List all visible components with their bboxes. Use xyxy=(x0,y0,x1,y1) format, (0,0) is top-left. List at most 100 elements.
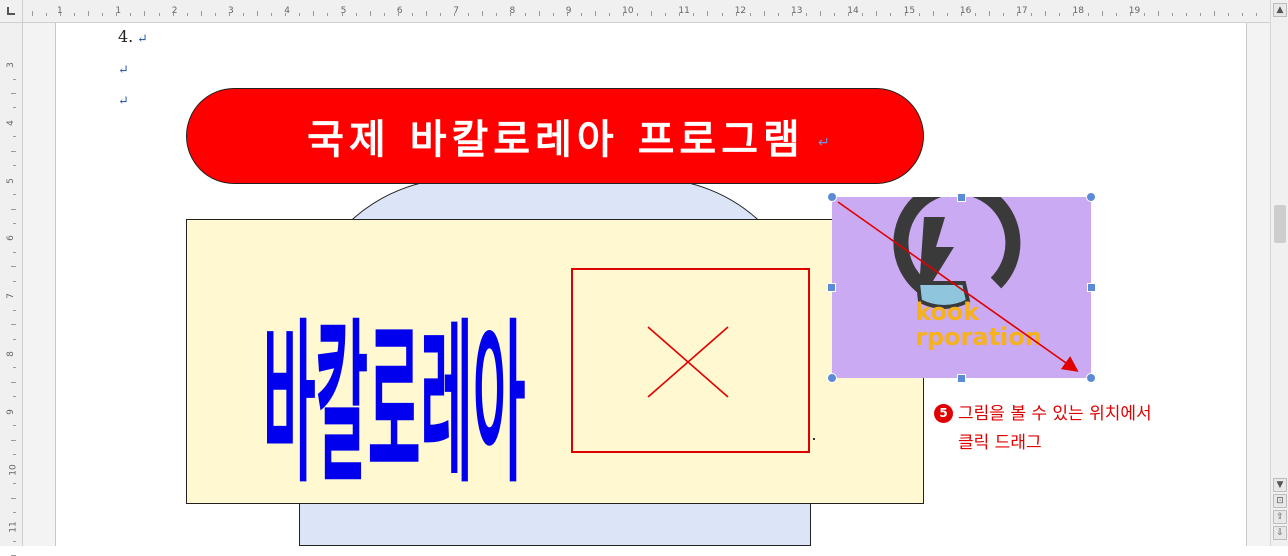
ruler-tick xyxy=(11,92,16,94)
scroll-up-button[interactable]: ▲ xyxy=(1273,3,1287,17)
ruler-tick xyxy=(1171,13,1173,16)
previous-page-button[interactable]: ⇧ xyxy=(1273,510,1287,524)
resize-handle-top[interactable] xyxy=(957,193,966,202)
ruler-tick xyxy=(1115,13,1117,16)
ruler-tick xyxy=(1186,13,1187,16)
resize-handle-right[interactable] xyxy=(1087,283,1096,292)
ruler-tick xyxy=(721,13,723,16)
ruler-tick xyxy=(411,13,413,16)
scroll-down-button[interactable]: ▼ xyxy=(1273,478,1287,492)
ruler-tick xyxy=(214,13,216,16)
ruler-number: 8 xyxy=(5,351,16,357)
ruler-tick xyxy=(1143,13,1145,16)
step-number-badge: 5 xyxy=(934,404,953,423)
ruler-number: 9 xyxy=(5,408,16,415)
ruler-tick xyxy=(13,136,16,138)
ruler-tick xyxy=(524,13,526,16)
logo-text-line2: rporation xyxy=(915,323,1042,351)
list-number[interactable]: 4. xyxy=(118,27,133,46)
resize-handle-bottom[interactable] xyxy=(957,374,966,383)
select-browse-object-button[interactable]: ⊡ xyxy=(1273,494,1287,508)
ruler-tick xyxy=(707,11,709,16)
ruler-tick xyxy=(13,483,16,484)
ruler-tick xyxy=(13,540,16,542)
word-art[interactable]: 바칼로레아 xyxy=(235,250,525,500)
ruler-number: 14 xyxy=(847,6,859,16)
ruler-corner-tab-selector[interactable] xyxy=(0,0,23,23)
ruler-tick xyxy=(946,13,948,16)
ruler-tick xyxy=(313,11,315,16)
ruler-tick xyxy=(538,11,540,16)
resize-handle-bottom-right[interactable] xyxy=(1086,373,1096,383)
ruler-tick xyxy=(13,251,16,253)
ruler-tick xyxy=(13,107,16,109)
ruler-tick xyxy=(665,13,667,16)
ruler-number: 8 xyxy=(509,6,516,16)
ruler-number: 5 xyxy=(5,177,16,184)
ruler-tick xyxy=(496,13,498,16)
ruler-tick xyxy=(271,13,273,16)
ruler-tick xyxy=(651,11,653,16)
paragraph-mark-icon: ↵ xyxy=(118,63,129,78)
instruction-line1: 그림을 볼 수 있는 위치에서 xyxy=(958,404,1152,424)
horizontal-ruler[interactable]: 1 1 2 3 4 5 6 7 8 9 10 11 12 13 14 15 16 17 18 19 xyxy=(0,0,1270,23)
ruler-number: 10 xyxy=(8,463,19,476)
ruler-number: 13 xyxy=(791,6,803,16)
ruler-tick xyxy=(13,165,16,167)
ruler-tick xyxy=(1101,11,1103,16)
ruler-tick xyxy=(974,13,976,16)
ruler-tick xyxy=(88,11,90,16)
ruler-tick xyxy=(13,309,16,311)
resize-handle-bottom-left[interactable] xyxy=(827,373,837,383)
ruler-number: 4 xyxy=(5,119,16,126)
ruler-number: 9 xyxy=(565,6,572,16)
ruler-number: 16 xyxy=(959,6,972,16)
ruler-tick xyxy=(876,11,878,16)
ruler-tick xyxy=(13,194,16,195)
ruler-tick xyxy=(806,13,807,16)
title-text[interactable]: 국제 바칼로레아 프로그램 xyxy=(187,107,925,165)
ruler-tick xyxy=(468,13,470,16)
tab-stop-icon xyxy=(7,7,15,15)
ruler-tick xyxy=(13,367,16,369)
ruler-tick xyxy=(130,13,132,16)
ruler-tick xyxy=(482,11,484,16)
ruler-tick xyxy=(777,13,779,16)
text-box-panel[interactable]: 바칼로레아 xyxy=(186,219,924,504)
ruler-number: 1 xyxy=(57,6,63,16)
ruler-tick xyxy=(369,11,371,16)
ruler-number: 2 xyxy=(171,6,178,16)
ruler-tick xyxy=(186,13,188,16)
ruler-tick xyxy=(862,13,864,16)
ruler-tick xyxy=(834,13,836,16)
vertical-ruler[interactable]: 3 4 5 6 7 8 9 10 11 xyxy=(0,22,23,556)
resize-handle-left[interactable] xyxy=(827,283,836,292)
scroll-thumb[interactable] xyxy=(1274,205,1286,243)
ruler-tick xyxy=(594,11,596,16)
ruler-tick xyxy=(552,13,554,16)
ruler-tick xyxy=(13,280,16,282)
ruler-tick xyxy=(749,13,751,16)
resize-handle-top-left[interactable] xyxy=(827,192,837,202)
title-banner-shape[interactable]: 국제 바칼로레아 프로그램 xyxy=(186,88,924,184)
broken-image-frame[interactable] xyxy=(571,268,810,453)
ruler-number: 4 xyxy=(284,6,291,16)
next-page-button[interactable]: ⇩ xyxy=(1273,526,1287,540)
ruler-tick xyxy=(13,78,16,80)
ruler-tick xyxy=(1031,13,1033,16)
vertical-scrollbar[interactable]: ▲ ▼ ⊡ ⇧ ⇩ xyxy=(1270,0,1288,546)
ruler-tick xyxy=(932,11,934,16)
ruler-tick xyxy=(31,11,33,16)
ruler-tick xyxy=(355,13,357,16)
ruler-tick xyxy=(440,13,441,16)
resize-handle-top-right[interactable] xyxy=(1086,192,1096,202)
ruler-number: 6 xyxy=(396,6,403,16)
ruler-tick xyxy=(158,13,160,16)
ruler-tick xyxy=(1059,13,1061,16)
ruler-tick xyxy=(74,13,76,16)
word-art-text: 바칼로레아 xyxy=(263,302,525,500)
instruction-line2: 클릭 드래그 xyxy=(958,433,1042,453)
ruler-tick xyxy=(1045,11,1047,16)
ruler-tick xyxy=(693,13,695,16)
ruler-number: 19 xyxy=(1128,6,1141,16)
